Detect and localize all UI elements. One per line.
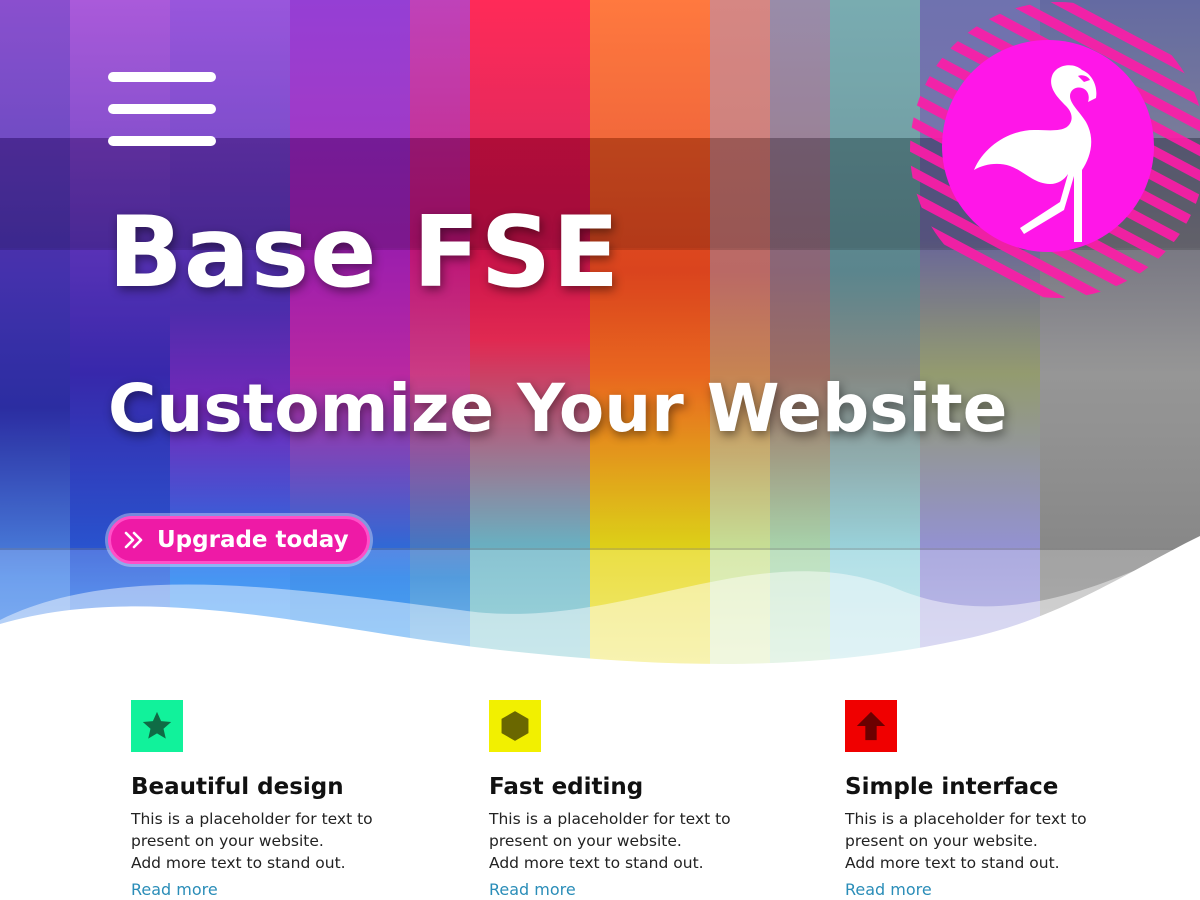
feature-description-line: This is a placeholder for text to — [489, 810, 731, 828]
feature-description-line: Add more text to stand out. — [131, 854, 346, 872]
feature-description-line: This is a placeholder for text to — [845, 810, 1087, 828]
feature-title: Beautiful design — [131, 774, 344, 800]
hero-title: Base FSE — [108, 196, 621, 310]
menu-bar — [108, 104, 216, 114]
hero-section: Base FSE Customize Your Website Upgrade … — [0, 0, 1200, 680]
feature-description-line: present on your website. — [845, 832, 1038, 850]
star-icon — [131, 700, 183, 752]
feature-title: Simple interface — [845, 774, 1059, 800]
feature-simple-interface: Simple interface This is a placeholder f… — [845, 700, 1145, 899]
feature-description-line: This is a placeholder for text to — [131, 810, 373, 828]
feature-title: Fast editing — [489, 774, 644, 800]
feature-description: This is a placeholder for text to presen… — [131, 808, 431, 874]
flamingo-logo-icon[interactable] — [906, 0, 1200, 310]
hero-wave-divider — [0, 536, 1200, 680]
menu-bar — [108, 136, 216, 146]
feature-description-line: Add more text to stand out. — [489, 854, 704, 872]
read-more-link[interactable]: Read more — [489, 880, 789, 899]
feature-fast-editing: Fast editing This is a placeholder for t… — [489, 700, 789, 899]
feature-beautiful-design: Beautiful design This is a placeholder f… — [131, 700, 431, 899]
arrow-up-icon — [845, 700, 897, 752]
feature-description: This is a placeholder for text to presen… — [845, 808, 1145, 874]
feature-description-line: Add more text to stand out. — [845, 854, 1060, 872]
read-more-link[interactable]: Read more — [131, 880, 431, 899]
feature-description: This is a placeholder for text to presen… — [489, 808, 789, 874]
feature-description-line: present on your website. — [489, 832, 682, 850]
hexagon-icon — [489, 700, 541, 752]
feature-description-line: present on your website. — [131, 832, 324, 850]
menu-bar — [108, 72, 216, 82]
read-more-link[interactable]: Read more — [845, 880, 1145, 899]
hamburger-menu-icon[interactable] — [108, 70, 216, 148]
hero-subtitle: Customize Your Website — [108, 370, 1008, 447]
